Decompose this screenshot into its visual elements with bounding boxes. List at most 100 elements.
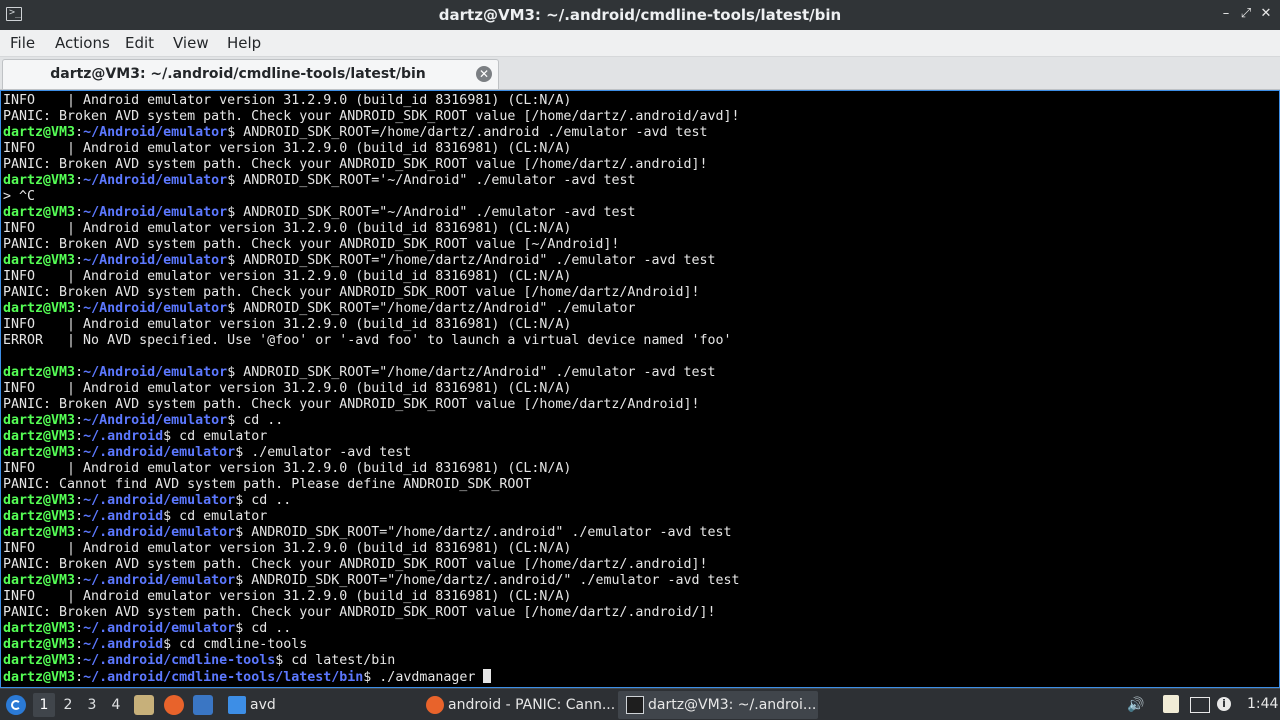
prompt-user: dartz@VM3 [3, 301, 76, 316]
prompt-line: dartz@VM3:~/.android/cmdline-tools/lates… [3, 669, 1279, 685]
prompt-user: dartz@VM3 [3, 653, 76, 668]
output-text: INFO | Android emulator version 31.2.9.0… [3, 589, 572, 604]
window-title: dartz@VM3: ~/.android/cmdline-tools/late… [438, 6, 842, 24]
prompt-path: ~/.android [83, 509, 164, 524]
output-line: PANIC: Broken AVD system path. Check you… [3, 285, 1279, 301]
output-line: INFO | Android emulator version 31.2.9.0… [3, 589, 1279, 605]
output-line: PANIC: Broken AVD system path. Check you… [3, 109, 1279, 125]
taskbar-task-firefox[interactable]: android - PANIC: Cann... [418, 691, 616, 719]
clipboard-icon[interactable] [1163, 695, 1179, 713]
output-text: PANIC: Broken AVD system path. Check you… [3, 557, 708, 572]
info-icon[interactable]: i [1217, 697, 1231, 711]
menu-help[interactable]: Help [227, 30, 261, 56]
output-text: PANIC: Broken AVD system path. Check you… [3, 237, 620, 252]
prompt-line: dartz@VM3:~/.android/emulator$ cd .. [3, 493, 292, 508]
menu-edit[interactable]: Edit [125, 30, 154, 56]
folder-icon [228, 696, 246, 714]
tab-terminal[interactable]: dartz@VM3: ~/.android/cmdline-tools/late… [2, 59, 499, 89]
taskbar-task-terminal[interactable]: dartz@VM3: ~/.androi... [618, 691, 818, 719]
menu-bar: File Actions Edit View Help [0, 30, 1280, 57]
prompt-line: dartz@VM3:~/Android/emulator$ ANDROID_SD… [3, 253, 716, 268]
output-text: PANIC: Broken AVD system path. Check you… [3, 157, 708, 172]
show-desktop-icon[interactable] [193, 695, 213, 715]
command-text: cd emulator [171, 509, 268, 524]
file-manager-icon[interactable] [134, 695, 154, 715]
minimize-icon[interactable]: – [1218, 6, 1234, 22]
output-line: INFO | Android emulator version 31.2.9.0… [3, 221, 1279, 237]
desktop-1[interactable]: 1 [33, 693, 55, 717]
command-text: cd emulator [171, 429, 268, 444]
output-text: INFO | Android emulator version 31.2.9.0… [3, 381, 572, 396]
output-text: INFO | Android emulator version 31.2.9.0… [3, 141, 572, 156]
command-text: ANDROID_SDK_ROOT='~/Android" ./emulator … [235, 173, 636, 188]
terminal-output: INFO | Android emulator version 31.2.9.0… [1, 91, 1279, 685]
clock[interactable]: 1:44 [1247, 689, 1278, 720]
terminal-cursor [483, 669, 492, 683]
prompt-path: ~/Android/emulator [83, 173, 228, 188]
prompt-user: dartz@VM3 [3, 429, 76, 444]
prompt-user: dartz@VM3 [3, 525, 76, 540]
prompt-user: dartz@VM3 [3, 637, 76, 652]
prompt-line: dartz@VM3:~/.android/emulator$ ANDROID_S… [3, 573, 740, 588]
desktop-4[interactable]: 4 [105, 693, 127, 717]
taskbar-task-label: dartz@VM3: ~/.androi... [648, 697, 817, 713]
terminal-view[interactable]: INFO | Android emulator version 31.2.9.0… [0, 90, 1280, 688]
maximize-icon[interactable]: ⤢ [1238, 6, 1254, 22]
close-circle-icon[interactable]: ✕ [476, 66, 492, 82]
prompt-user: dartz@VM3 [3, 621, 76, 636]
prompt-line: dartz@VM3:~/Android/emulator$ ANDROID_SD… [3, 173, 636, 188]
prompt-line: dartz@VM3:~/Android/emulator$ ANDROID_SD… [3, 125, 708, 140]
tab-bar: dartz@VM3: ~/.android/cmdline-tools/late… [0, 57, 1280, 90]
tab-title: dartz@VM3: ~/.android/cmdline-tools/late… [50, 66, 426, 82]
prompt-line: dartz@VM3:~/Android/emulator$ ANDROID_SD… [3, 301, 636, 316]
prompt-user: dartz@VM3 [3, 365, 76, 380]
output-line: ERROR | No AVD specified. Use '@foo' or … [3, 333, 1279, 349]
menu-file[interactable]: File [10, 30, 35, 56]
close-icon[interactable]: ✕ [1258, 6, 1274, 22]
output-text: PANIC: Broken AVD system path. Check you… [3, 285, 700, 300]
app-launcher-icon[interactable] [6, 695, 26, 715]
output-text: INFO | Android emulator version 31.2.9.0… [3, 317, 572, 332]
prompt-user: dartz@VM3 [3, 205, 76, 220]
output-text: > ^C [3, 189, 36, 204]
prompt-line: dartz@VM3:~/.android$ cd cmdline-tools [3, 637, 308, 652]
prompt-path: ~/.android/emulator [83, 493, 236, 508]
prompt-line: dartz@VM3:~/.android$ cd emulator [3, 509, 268, 524]
output-text: INFO | Android emulator version 31.2.9.0… [3, 541, 572, 556]
command-text: ANDROID_SDK_ROOT="/home/dartz/.android" … [243, 525, 732, 540]
output-line: INFO | Android emulator version 31.2.9.0… [3, 317, 1279, 333]
output-text: INFO | Android emulator version 31.2.9.0… [3, 461, 572, 476]
command-text: cd .. [235, 413, 284, 428]
volume-icon[interactable]: 🔊 [1126, 695, 1146, 715]
network-icon[interactable] [1190, 697, 1210, 713]
output-text: PANIC: Cannot find AVD system path. Plea… [3, 477, 532, 492]
output-line: PANIC: Broken AVD system path. Check you… [3, 557, 1279, 573]
desktop-2[interactable]: 2 [57, 693, 79, 717]
command-text: ./avdmanager [371, 670, 484, 685]
output-text: INFO | Android emulator version 31.2.9.0… [3, 93, 572, 108]
output-text: PANIC: Broken AVD system path. Check you… [3, 397, 700, 412]
prompt-path: ~/.android/cmdline-tools [83, 653, 276, 668]
menu-actions[interactable]: Actions [55, 30, 110, 56]
prompt-path: ~/Android/emulator [83, 365, 228, 380]
firefox-icon[interactable] [164, 695, 184, 715]
prompt-user: dartz@VM3 [3, 509, 76, 524]
command-text: ANDROID_SDK_ROOT="/home/dartz/Android" .… [235, 301, 636, 316]
prompt-line: dartz@VM3:~/.android$ cd emulator [3, 429, 268, 444]
prompt-line: dartz@VM3:~/.android/cmdline-tools$ cd l… [3, 653, 396, 668]
command-text: cd .. [243, 621, 292, 636]
prompt-user: dartz@VM3 [3, 125, 76, 140]
output-text: INFO | Android emulator version 31.2.9.0… [3, 221, 572, 236]
output-line: INFO | Android emulator version 31.2.9.0… [3, 269, 1279, 285]
output-line: > ^C [3, 189, 1279, 205]
taskbar-folder-avd[interactable]: avd [220, 691, 290, 719]
firefox-icon [426, 696, 444, 714]
output-text: ERROR | No AVD specified. Use '@foo' or … [3, 333, 732, 348]
desktop-3[interactable]: 3 [81, 693, 103, 717]
menu-view[interactable]: View [173, 30, 209, 56]
output-line: INFO | Android emulator version 31.2.9.0… [3, 461, 1279, 477]
taskbar-folder-label: avd [250, 697, 276, 713]
prompt-path: ~/.android [83, 429, 164, 444]
prompt-path: ~/Android/emulator [83, 125, 228, 140]
